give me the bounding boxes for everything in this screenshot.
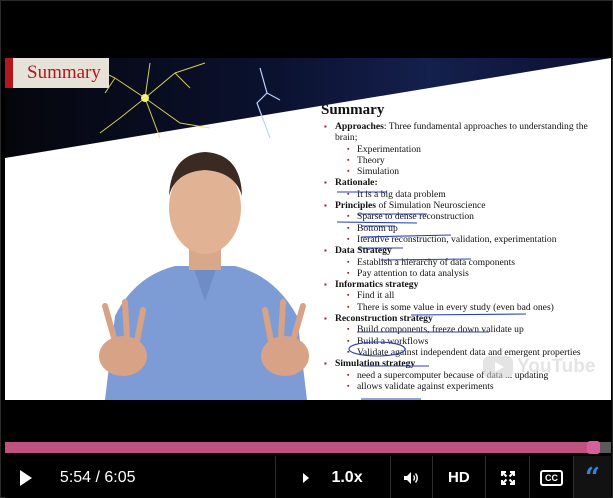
slide-bullet: Data Strategy bbox=[321, 245, 611, 257]
slide-title: Summary bbox=[321, 102, 385, 118]
slide-sub-bullet: Pay attention to data analysis bbox=[321, 268, 611, 280]
playback-speed-label: 1.0x bbox=[331, 468, 363, 486]
slide-sub-bullet: It is a big data problem bbox=[321, 189, 611, 201]
fullscreen-icon bbox=[500, 470, 515, 485]
video-frame[interactable]: Summary Summary Approaches: Three fundam… bbox=[5, 58, 611, 400]
slide-sub-bullet: Build components, freeze down validate u… bbox=[321, 324, 611, 336]
progress-fill bbox=[5, 442, 593, 453]
slide-sub-bullet: Experimentation bbox=[321, 144, 611, 156]
volume-icon bbox=[404, 471, 418, 484]
transcript-button[interactable]: “ bbox=[573, 456, 611, 498]
player-controls: 5:54 / 6:05 1.0x HD CC “ bbox=[5, 456, 611, 498]
closed-captions-icon: CC bbox=[539, 469, 563, 486]
youtube-watermark: YouTube bbox=[483, 356, 595, 378]
progress-scrubber-handle[interactable] bbox=[586, 441, 600, 454]
presenter-image bbox=[99, 152, 309, 400]
transcript-icon: “ bbox=[584, 462, 600, 493]
slide-sub-bullet: There is some value in every study (even… bbox=[321, 302, 611, 314]
slide-bullet-list: Approaches: Three fundamental approaches… bbox=[321, 121, 611, 392]
video-player[interactable]: Summary Summary Approaches: Three fundam… bbox=[0, 0, 613, 498]
slide-bullet: Reconstruction strategy bbox=[321, 313, 611, 325]
slide-sub-bullet: Theory bbox=[321, 155, 611, 167]
slide-sub-bullet: Bottom up bbox=[321, 223, 611, 235]
quality-button[interactable]: HD bbox=[433, 456, 486, 498]
playback-speed-button[interactable]: 1.0x bbox=[276, 456, 389, 498]
fullscreen-button[interactable] bbox=[486, 456, 529, 498]
slide-bullet: Approaches: Three fundamental approaches… bbox=[321, 121, 611, 144]
slide-content: Summary Approaches: Three fundamental ap… bbox=[321, 102, 611, 392]
slide-bullet: Informatics strategy bbox=[321, 279, 611, 291]
slide-bullet: Rationale: bbox=[321, 177, 611, 189]
youtube-logo-icon bbox=[483, 356, 513, 378]
slide-sub-bullet: allows validate against experiments bbox=[321, 381, 611, 393]
play-icon bbox=[20, 469, 33, 486]
chevron-right-icon bbox=[303, 472, 310, 483]
slide-sub-bullet: Find it all bbox=[321, 290, 611, 302]
slide-sub-bullet: Build a workflows bbox=[321, 336, 611, 348]
slide-sub-bullet: Iterative reconstruction, validation, ex… bbox=[321, 234, 611, 246]
progress-bar[interactable] bbox=[5, 441, 611, 454]
closed-captions-button[interactable]: CC bbox=[530, 456, 573, 498]
slide-sub-bullet: Establish a hierarchy of data components bbox=[321, 257, 611, 269]
play-button[interactable] bbox=[5, 456, 48, 498]
volume-button[interactable] bbox=[391, 456, 432, 498]
time-display: 5:54 / 6:05 bbox=[59, 468, 136, 486]
slide-sub-bullet: Simulation bbox=[321, 166, 611, 178]
slide-bullet: Principles of Simulation Neuroscience bbox=[321, 200, 611, 212]
slide-sub-bullet: Sparse to dense reconstruction bbox=[321, 211, 611, 223]
slide-section-tag: Summary bbox=[5, 58, 109, 88]
